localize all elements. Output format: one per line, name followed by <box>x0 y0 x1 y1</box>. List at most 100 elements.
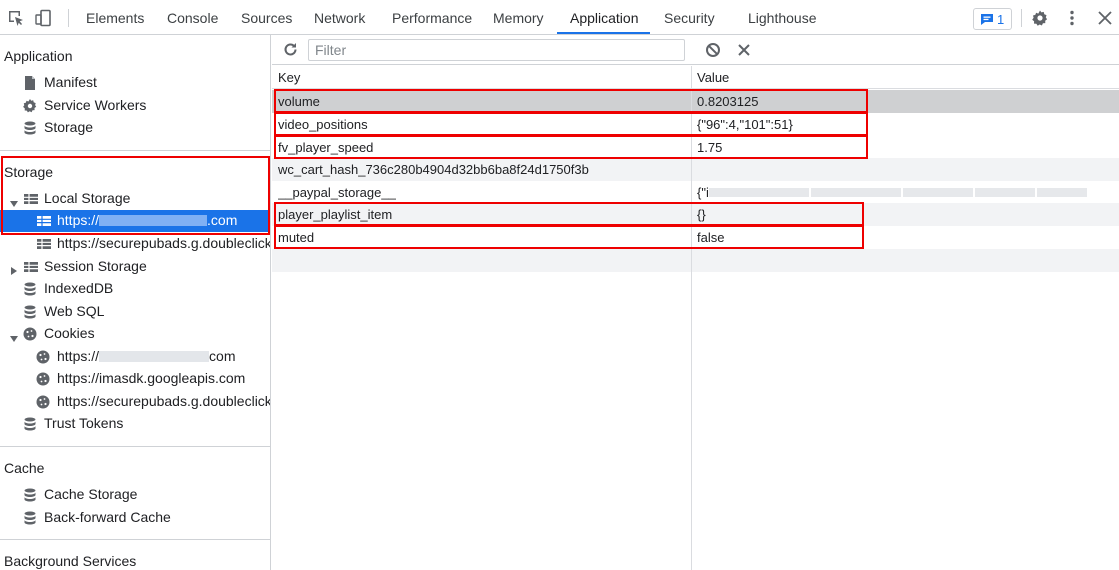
row-value: {} <box>697 207 706 222</box>
sidebar-item-trust-tokens[interactable]: Trust Tokens <box>0 413 270 435</box>
sidebar-item-label: Back-forward Cache <box>44 509 171 525</box>
row-value: false <box>697 230 725 245</box>
sidebar-item-local-storage[interactable]: Local Storage <box>0 188 270 211</box>
tab-performance[interactable]: Performance <box>392 0 472 35</box>
section-divider <box>0 446 270 447</box>
application-section-header: Application <box>4 48 73 64</box>
value-column-header[interactable]: Value <box>697 70 729 85</box>
tab-lighthouse[interactable]: Lighthouse <box>748 0 817 35</box>
filter-input-box[interactable] <box>308 39 685 61</box>
tab-sources[interactable]: Sources <box>241 0 292 35</box>
sidebar-item-cookie-site[interactable]: https://com <box>0 346 270 368</box>
local-storage-panel: Key Value volume 0.8203125 video_positio… <box>272 35 1119 570</box>
toolbar-divider <box>68 9 69 27</box>
sidebar-item-local-storage-doubleclick[interactable]: https://securepubads.g.doubleclick.net <box>0 233 270 255</box>
sidebar-item-storage-overview[interactable]: Storage <box>0 117 270 139</box>
tab-memory[interactable]: Memory <box>493 0 544 35</box>
sidebar-item-cookie-doubleclick[interactable]: https://securepubads.g.doubleclick.net <box>0 391 270 413</box>
section-divider <box>0 150 270 151</box>
sidebar-item-websql[interactable]: Web SQL <box>0 301 270 323</box>
table-row[interactable]: volume 0.8203125 <box>272 90 1119 113</box>
row-value: {"96":4,"101":51} <box>697 117 793 132</box>
storage-section-header: Storage <box>4 164 54 180</box>
active-tab-indicator <box>557 32 650 34</box>
sidebar-item-indexeddb[interactable]: IndexedDB <box>0 278 270 300</box>
section-divider <box>0 539 270 540</box>
key-column-header[interactable]: Key <box>278 70 300 85</box>
tab-application[interactable]: Application <box>570 0 639 35</box>
cookie-icon <box>35 371 51 387</box>
more-vertical-icon[interactable] <box>1063 9 1081 27</box>
row-value: 1.75 <box>697 140 723 155</box>
application-sidebar: Application Manifest Service Workers Sto… <box>0 35 271 570</box>
row-key: wc_cart_hash_736c280b4904d32bb6ba8f24d17… <box>278 162 589 177</box>
triangle-right-icon[interactable] <box>11 262 18 278</box>
delete-selected-icon[interactable] <box>737 43 751 60</box>
close-icon[interactable] <box>1096 9 1114 27</box>
cookie-icon <box>35 394 51 410</box>
database-icon <box>22 510 38 526</box>
sidebar-item-label: https://com <box>57 348 236 364</box>
issues-button[interactable]: 1 <box>973 8 1012 30</box>
empty-table-row <box>272 249 1119 272</box>
gear-icon <box>22 98 38 114</box>
table-row[interactable]: __paypal_storage__ {"i <box>272 181 1119 204</box>
redacted-value <box>902 188 973 197</box>
tab-elements[interactable]: Elements <box>86 0 144 35</box>
redacted-value <box>1036 188 1087 197</box>
sidebar-item-label: Manifest <box>44 74 97 90</box>
sidebar-item-cookies[interactable]: Cookies <box>0 323 270 346</box>
sidebar-item-label: Cache Storage <box>44 486 138 502</box>
sidebar-item-session-storage[interactable]: Session Storage <box>0 256 270 278</box>
sidebar-item-local-storage-site[interactable]: https://.com <box>0 210 270 232</box>
device-toolbar-icon[interactable] <box>34 9 52 27</box>
table-row[interactable]: video_positions {"96":4,"101":51} <box>272 113 1119 136</box>
refresh-icon[interactable] <box>282 41 299 61</box>
row-key: volume <box>278 94 320 109</box>
table-row[interactable]: muted false <box>272 226 1119 249</box>
sidebar-item-back-forward-cache[interactable]: Back-forward Cache <box>0 507 270 529</box>
table-grid-icon <box>23 259 39 275</box>
cookie-icon <box>22 326 38 342</box>
filter-input[interactable] <box>309 40 684 60</box>
triangle-down-icon[interactable] <box>10 330 18 346</box>
database-icon <box>22 487 38 503</box>
table-row[interactable]: wc_cart_hash_736c280b4904d32bb6ba8f24d17… <box>272 158 1119 181</box>
devtools-tab-bar: Elements Console Sources Network Perform… <box>0 0 1119 35</box>
sidebar-item-label: Storage <box>44 119 94 135</box>
table-row[interactable]: player_playlist_item {} <box>272 203 1119 226</box>
clear-all-icon[interactable] <box>705 42 721 61</box>
sidebar-item-label: Local Storage <box>44 190 131 206</box>
sidebar-item-cache-storage[interactable]: Cache Storage <box>0 484 270 506</box>
table-row[interactable]: fv_player_speed 1.75 <box>272 136 1119 159</box>
sidebar-item-label: https://securepubads.g.doubleclick.net <box>57 235 270 251</box>
row-value: 0.8203125 <box>697 94 759 109</box>
redacted-domain <box>99 215 208 226</box>
sidebar-item-label: IndexedDB <box>44 280 114 296</box>
tab-console[interactable]: Console <box>167 0 218 35</box>
redacted-value <box>708 188 809 197</box>
file-icon <box>22 75 38 91</box>
database-icon <box>22 281 38 297</box>
gear-icon[interactable] <box>1031 9 1049 27</box>
issues-message-icon <box>980 13 994 29</box>
redacted-value <box>810 188 901 197</box>
row-key: muted <box>278 230 315 245</box>
row-key: __paypal_storage__ <box>278 185 396 200</box>
triangle-down-icon[interactable] <box>10 195 18 211</box>
row-key: video_positions <box>278 117 368 132</box>
column-divider[interactable] <box>691 66 692 570</box>
tab-network[interactable]: Network <box>314 0 365 35</box>
sidebar-item-label: Web SQL <box>44 303 105 319</box>
toolbar-divider <box>1021 9 1022 27</box>
tab-security[interactable]: Security <box>664 0 715 35</box>
sidebar-item-cookie-imasdk[interactable]: https://imasdk.googleapis.com <box>0 368 270 390</box>
sidebar-item-manifest[interactable]: Manifest <box>0 72 270 94</box>
row-key: player_playlist_item <box>278 207 393 222</box>
sidebar-item-label: Session Storage <box>44 258 147 274</box>
background-services-section-header: Background Services <box>4 553 137 569</box>
inspect-element-icon[interactable] <box>7 9 25 27</box>
database-icon <box>22 120 38 136</box>
sidebar-item-service-workers[interactable]: Service Workers <box>0 95 270 117</box>
database-icon <box>22 416 38 432</box>
